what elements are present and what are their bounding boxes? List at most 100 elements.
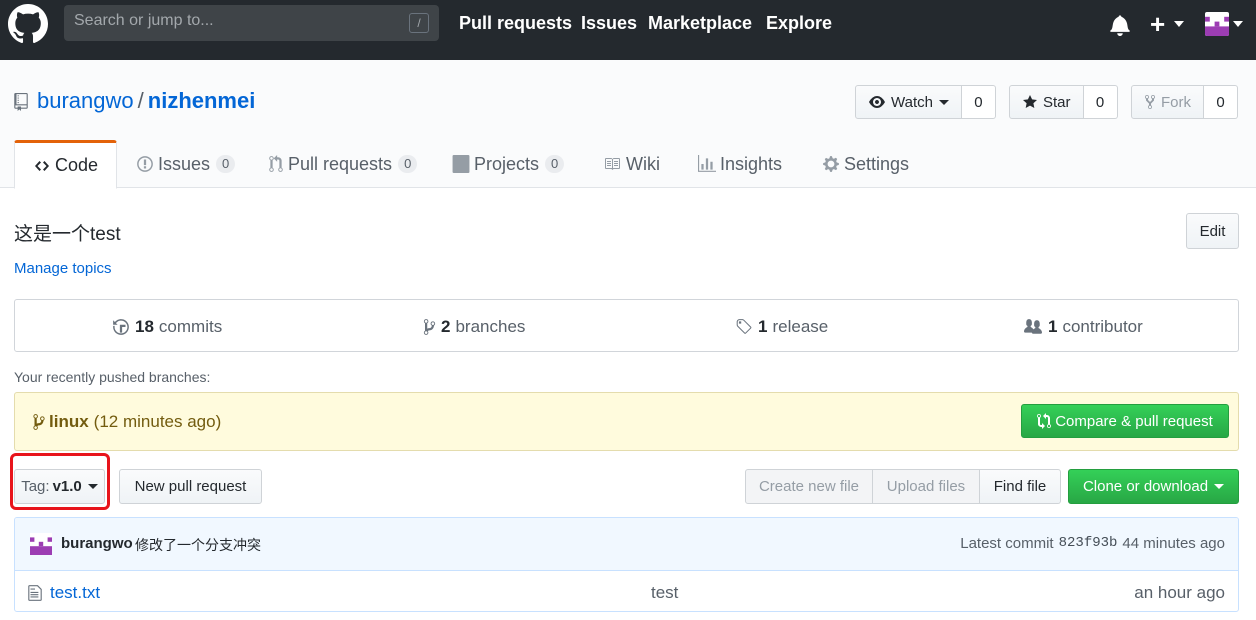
create-new-file-button[interactable]: Create new file: [745, 469, 873, 504]
watch-count[interactable]: 0: [961, 85, 996, 119]
compare-label: Compare & pull request: [1055, 412, 1213, 430]
issue-opened-icon: [136, 155, 154, 173]
latest-commit-info: Latest commit 823f93b 44 minutes ago: [960, 535, 1225, 552]
latest-commit-bar: burangwo 修改了一个分支冲突 Latest commit 823f93b…: [15, 518, 1238, 571]
contributors-link[interactable]: 1 contributor: [1023, 317, 1143, 337]
git-compare-icon: [1037, 413, 1052, 429]
commits-link[interactable]: 18 commits: [112, 317, 222, 337]
branch-tag-selector[interactable]: Tag: v1.0: [14, 469, 105, 504]
watch-label: Watch: [891, 93, 933, 111]
tab-wiki[interactable]: Wiki: [602, 140, 660, 188]
compare-pull-request-button[interactable]: Compare & pull request: [1021, 404, 1229, 438]
upload-files-button[interactable]: Upload files: [873, 469, 980, 504]
identicon-icon: [1205, 16, 1229, 36]
issues-counter: 0: [216, 155, 236, 173]
chevron-down-icon: [938, 99, 949, 105]
edit-description-button[interactable]: Edit: [1186, 213, 1239, 249]
watch-group: Watch 0: [855, 85, 996, 119]
commits-label: commits: [158, 317, 223, 336]
commit-author[interactable]: burangwo: [61, 535, 133, 552]
search-input[interactable]: [74, 12, 394, 30]
history-icon: [112, 318, 130, 336]
commit-sha[interactable]: 823f93b: [1059, 535, 1118, 552]
releases-link[interactable]: 1 release: [735, 317, 828, 337]
numbers-summary: 18 commits 2 branches 1 release 1 contri…: [14, 299, 1239, 352]
tag-icon: [735, 318, 753, 336]
chevron-down-icon: [87, 484, 98, 489]
recent-branch-time: (12 minutes ago): [93, 412, 222, 431]
watch-button[interactable]: Watch: [855, 85, 962, 119]
search-box[interactable]: /: [64, 5, 439, 41]
bell-icon[interactable]: [1110, 14, 1130, 36]
tab-issues[interactable]: Issues 0: [136, 140, 236, 188]
tab-settings[interactable]: Settings: [822, 140, 909, 188]
repo-description: 这是一个test: [14, 224, 121, 245]
clone-label: Clone or download: [1082, 478, 1209, 495]
file-actions-group: Create new file Upload files Find file: [745, 469, 1061, 504]
fork-label: Fork: [1161, 93, 1191, 111]
table-row: test.txt test an hour ago: [15, 571, 1238, 611]
new-pull-request-button[interactable]: New pull request: [119, 469, 262, 504]
find-file-button[interactable]: Find file: [980, 469, 1061, 504]
git-pull-request-icon: [268, 155, 284, 173]
nav-issues[interactable]: Issues: [581, 13, 637, 34]
star-icon: [1023, 95, 1037, 108]
pull-requests-counter: 0: [398, 155, 418, 173]
repo-header: burangwo / nizhenmei Watch 0 Star 0 Fork 0…: [0, 60, 1256, 189]
file-commit-message[interactable]: test: [651, 583, 678, 603]
star-label: Star: [1043, 93, 1071, 111]
manage-topics-link[interactable]: Manage topics: [14, 260, 112, 277]
contributor-count: 1: [1048, 317, 1058, 336]
gear-icon: [822, 155, 840, 173]
star-count[interactable]: 0: [1083, 85, 1118, 119]
project-icon: [452, 155, 470, 173]
release-label: release: [772, 317, 829, 336]
commit-message[interactable]: 修改了一个分支冲突: [135, 535, 261, 555]
clone-download-button[interactable]: Clone or download: [1068, 469, 1239, 504]
commit-author-avatar[interactable]: [30, 533, 52, 555]
branches-link[interactable]: 2 branches: [423, 317, 525, 337]
file-icon: [28, 585, 42, 601]
eye-icon: [869, 96, 885, 108]
file-list: burangwo 修改了一个分支冲突 Latest commit 823f93b…: [14, 517, 1239, 612]
tab-label: Insights: [720, 153, 783, 174]
fork-count[interactable]: 0: [1204, 85, 1238, 119]
people-icon: [1023, 318, 1043, 336]
file-name-link[interactable]: test.txt: [50, 583, 100, 603]
github-logo-icon[interactable]: [8, 4, 48, 44]
repo-icon: [14, 93, 28, 111]
chevron-down-icon[interactable]: [1233, 21, 1243, 27]
commits-count: 18: [135, 317, 154, 336]
user-avatar[interactable]: [1205, 12, 1229, 36]
book-icon: [602, 156, 622, 172]
fork-button[interactable]: Fork: [1131, 85, 1204, 119]
repo-name-link[interactable]: nizhenmei: [148, 88, 256, 113]
graph-icon: [698, 155, 716, 173]
fork-group: Fork 0: [1131, 85, 1238, 119]
tab-projects[interactable]: Projects 0: [452, 140, 565, 188]
chevron-down-icon[interactable]: [1174, 21, 1184, 27]
repo-title: burangwo / nizhenmei: [37, 88, 255, 114]
nav-marketplace[interactable]: Marketplace: [648, 13, 752, 34]
identicon-icon: [30, 537, 52, 555]
recent-branch-info: linux (12 minutes ago): [33, 412, 221, 432]
recent-branch-name[interactable]: linux: [49, 412, 89, 432]
branches-count: 2: [441, 317, 451, 336]
star-button[interactable]: Star: [1009, 85, 1084, 119]
branches-label: branches: [455, 317, 526, 336]
repo-owner-link[interactable]: burangwo: [37, 88, 134, 113]
nav-explore[interactable]: Explore: [766, 13, 832, 34]
tab-insights[interactable]: Insights: [698, 140, 782, 188]
recent-branches-label: Your recently pushed branches:: [14, 369, 211, 385]
commit-age: 44 minutes ago: [1122, 535, 1225, 552]
git-branch-icon: [33, 413, 45, 431]
tab-label: Issues: [158, 153, 211, 174]
nav-pull-requests[interactable]: Pull requests: [459, 13, 572, 34]
tab-label: Wiki: [626, 153, 660, 174]
release-count: 1: [758, 317, 768, 336]
tag-value: v1.0: [52, 478, 82, 495]
create-new-plus-icon[interactable]: +: [1150, 9, 1165, 40]
global-header: / Pull requests Issues Marketplace Explo…: [0, 0, 1256, 60]
tab-code[interactable]: Code: [14, 140, 118, 189]
tab-pull-requests[interactable]: Pull requests 0: [268, 140, 418, 188]
